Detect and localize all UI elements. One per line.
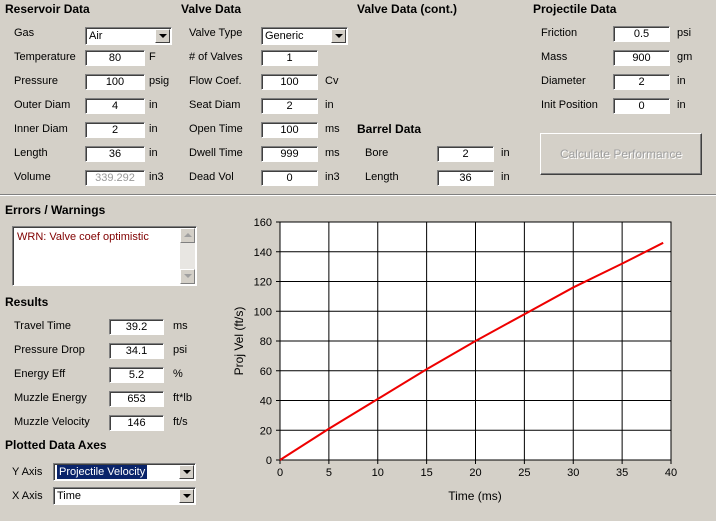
x-tick-label: 35 — [616, 467, 628, 479]
y-tick-label: 20 — [260, 425, 272, 437]
y-tick-label: 60 — [260, 366, 272, 378]
y-tick-label: 160 — [254, 217, 272, 229]
x-tick-label: 10 — [372, 467, 384, 479]
x-tick-label: 0 — [277, 467, 283, 479]
velocity-chart: 0 5 10 15 20 25 30 35 40 0 20 40 60 80 100 120 140 160 Ti… — [232, 217, 677, 503]
x-tick-label: 30 — [567, 467, 579, 479]
x-tick-label: 40 — [665, 467, 677, 479]
x-axis-title: Time (ms) — [448, 489, 502, 503]
y-tick-label: 80 — [260, 336, 272, 348]
y-axis-title: Proj Vel (ft/s) — [232, 307, 246, 376]
x-tick-label: 5 — [326, 467, 332, 479]
x-tick-label: 20 — [469, 467, 481, 479]
y-tick-label: 100 — [254, 306, 272, 318]
y-tick-label: 140 — [254, 247, 272, 259]
y-tick-label: 120 — [254, 277, 272, 289]
y-tick-label: 40 — [260, 396, 272, 408]
y-tick-label: 0 — [266, 455, 272, 467]
x-tick-label: 25 — [518, 467, 530, 479]
x-tick-label: 15 — [421, 467, 433, 479]
